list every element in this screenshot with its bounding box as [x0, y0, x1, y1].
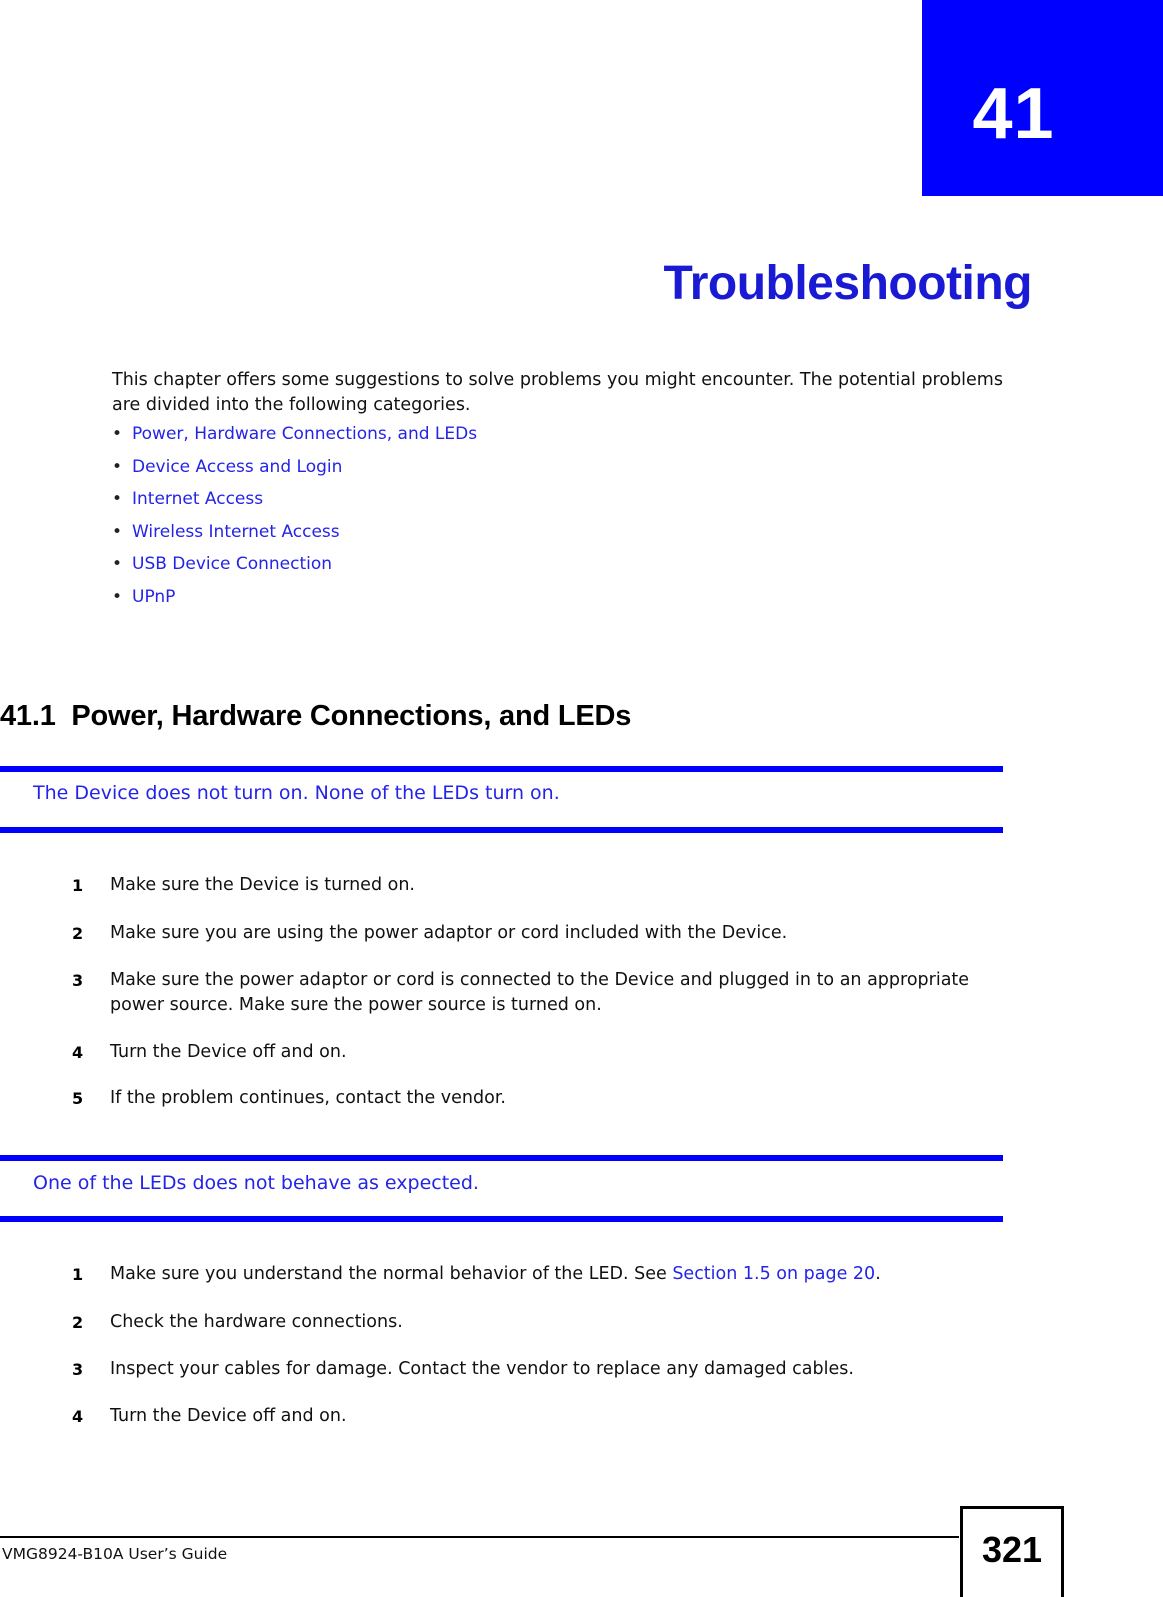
step-text: Turn the Device off and on. — [110, 1042, 347, 1062]
list-item[interactable]: • Device Access and Login — [108, 456, 748, 478]
step-text: Make sure you understand the normal beha… — [110, 1262, 1020, 1287]
list-item[interactable]: • USB Device Connection — [108, 553, 748, 575]
topic-link-upnp[interactable]: UPnP — [132, 587, 175, 607]
step-number: 2 — [72, 1313, 84, 1332]
topic-link-wireless-internet-access[interactable]: Wireless Internet Access — [132, 522, 340, 542]
list-item[interactable]: • Internet Access — [108, 488, 748, 510]
step-text: Make sure the power adaptor or cord is c… — [110, 970, 970, 1015]
step-number: 4 — [72, 1043, 84, 1062]
step-item: 2 Check the hardware connections. — [72, 1310, 1020, 1335]
step-item: 1 Make sure the Device is turned on. — [72, 873, 1020, 898]
step-text: Make sure the Device is turned on. — [110, 875, 415, 895]
bullet-icon: • — [112, 489, 123, 509]
chapter-number-banner: 41 — [922, 0, 1163, 196]
question-rule-top-2 — [0, 1155, 1003, 1161]
page-number-box: 321 — [960, 1506, 1064, 1597]
topic-link-usb-device-connection[interactable]: USB Device Connection — [132, 554, 332, 574]
question-heading-2: One of the LEDs does not behave as expec… — [33, 1172, 479, 1194]
bullet-icon: • — [112, 424, 123, 444]
step-item: 1 Make sure you understand the normal be… — [72, 1262, 1020, 1287]
step-item: 3 Make sure the power adaptor or cord is… — [72, 968, 1020, 1018]
chapter-topic-list: • Power, Hardware Connections, and LEDs … — [108, 423, 748, 618]
step-text: Make sure you are using the power adapto… — [110, 923, 788, 943]
step-text-before: Make sure you understand the normal beha… — [110, 1264, 673, 1284]
list-item[interactable]: • UPnP — [108, 586, 748, 608]
section-heading-41-1: 41.1 Power, Hardware Connections, and LE… — [0, 700, 632, 733]
chapter-number: 41 — [972, 74, 1055, 154]
step-item: 3 Inspect your cables for damage. Contac… — [72, 1357, 1020, 1382]
bullet-icon: • — [112, 521, 123, 542]
step-number: 5 — [72, 1089, 84, 1108]
step-text: Check the hardware connections. — [110, 1312, 403, 1332]
cross-reference-link-section-1-5[interactable]: Section 1.5 on page 20 — [672, 1264, 875, 1284]
question-rule-top-1 — [0, 766, 1003, 772]
step-item: 4 Turn the Device off and on. — [72, 1040, 1020, 1065]
list-item[interactable]: • Wireless Internet Access — [108, 521, 748, 543]
question-heading-1: The Device does not turn on. None of the… — [33, 782, 560, 804]
step-number: 3 — [72, 1360, 84, 1379]
bullet-icon: • — [112, 554, 123, 574]
step-item: 5 If the problem continues, contact the … — [72, 1086, 1020, 1111]
topic-link-device-access-and-login[interactable]: Device Access and Login — [132, 457, 342, 477]
step-item: 2 Make sure you are using the power adap… — [72, 921, 1020, 946]
step-number: 3 — [72, 971, 84, 990]
step-number: 1 — [72, 876, 84, 895]
list-item[interactable]: • Power, Hardware Connections, and LEDs — [108, 423, 748, 445]
step-number: 1 — [72, 1265, 84, 1284]
question-rule-bottom-2 — [0, 1216, 1003, 1222]
intro-paragraph: This chapter offers some suggestions to … — [112, 369, 1003, 415]
step-number: 4 — [72, 1407, 84, 1426]
topic-link-internet-access[interactable]: Internet Access — [132, 489, 263, 509]
step-number: 2 — [72, 924, 84, 943]
page-title: Troubleshooting — [663, 257, 1033, 311]
topic-link-power-hardware-connections-and-leds[interactable]: Power, Hardware Connections, and LEDs — [132, 424, 477, 444]
bullet-icon: • — [112, 586, 123, 607]
page-number: 321 — [981, 1529, 1043, 1570]
question-rule-bottom-1 — [0, 827, 1003, 833]
step-text: If the problem continues, contact the ve… — [110, 1088, 506, 1108]
bullet-icon: • — [112, 456, 123, 477]
footer-guide-name: VMG8924-B10A User’s Guide — [2, 1545, 228, 1563]
step-text: Turn the Device off and on. — [110, 1406, 347, 1426]
step-item: 4 Turn the Device off and on. — [72, 1404, 1020, 1429]
step-text: Inspect your cables for damage. Contact … — [110, 1359, 854, 1379]
step-text-after: . — [875, 1264, 881, 1284]
footer-divider — [0, 1536, 959, 1538]
